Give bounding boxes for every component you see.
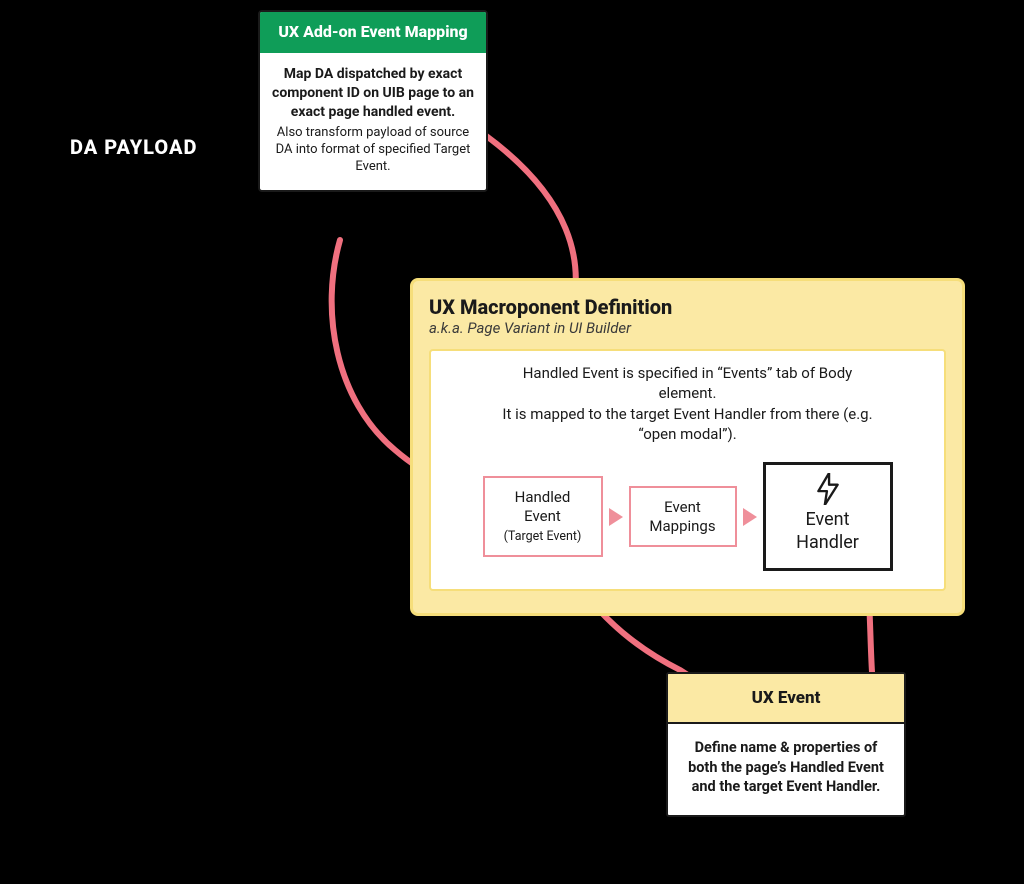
- macro-flow-row: Handled Event (Target Event) Event Mappi…: [445, 462, 930, 571]
- da-payload-label: DA PAYLOAD: [70, 135, 197, 159]
- ux-addon-card-header: UX Add-on Event Mapping: [260, 12, 486, 53]
- handled-event-box: Handled Event (Target Event): [483, 476, 603, 556]
- arrow-icon: [609, 508, 623, 526]
- event-mappings-line2: Mappings: [649, 517, 715, 535]
- ux-event-card: UX Event Define name & properties of bot…: [666, 672, 906, 817]
- handled-event-line1: Handled: [515, 488, 571, 506]
- ux-addon-body-bold: Map DA dispatched by exact component ID …: [270, 65, 476, 122]
- ux-event-card-header: UX Event: [668, 674, 904, 724]
- event-handler-line1: Event: [806, 509, 850, 530]
- lightning-bolt-icon: [815, 473, 841, 505]
- ux-addon-event-mapping-card: UX Add-on Event Mapping Map DA dispatche…: [258, 10, 488, 192]
- macro-card-title: UX Macroponent Definition: [429, 295, 946, 319]
- ux-macroponent-definition-card: UX Macroponent Definition a.k.a. Page Va…: [410, 278, 965, 616]
- arrow-icon: [743, 508, 757, 526]
- event-handler-box: Event Handler: [763, 462, 893, 571]
- ux-addon-body-sub: Also transform payload of source DA into…: [270, 125, 476, 176]
- handled-event-line2: Event: [524, 507, 561, 525]
- ux-event-card-body: Define name & properties of both the pag…: [668, 724, 904, 815]
- ux-addon-card-body: Map DA dispatched by exact component ID …: [260, 53, 486, 190]
- macro-card-desc: Handled Event is specified in “Events” t…: [498, 363, 878, 444]
- event-mappings-box: Event Mappings: [629, 486, 737, 548]
- handled-event-sub: (Target Event): [504, 529, 582, 544]
- macro-card-subtitle: a.k.a. Page Variant in UI Builder: [429, 319, 946, 337]
- event-handler-line2: Handler: [796, 532, 859, 553]
- event-mappings-line1: Event: [664, 498, 701, 516]
- macro-card-inner: Handled Event is specified in “Events” t…: [429, 349, 946, 591]
